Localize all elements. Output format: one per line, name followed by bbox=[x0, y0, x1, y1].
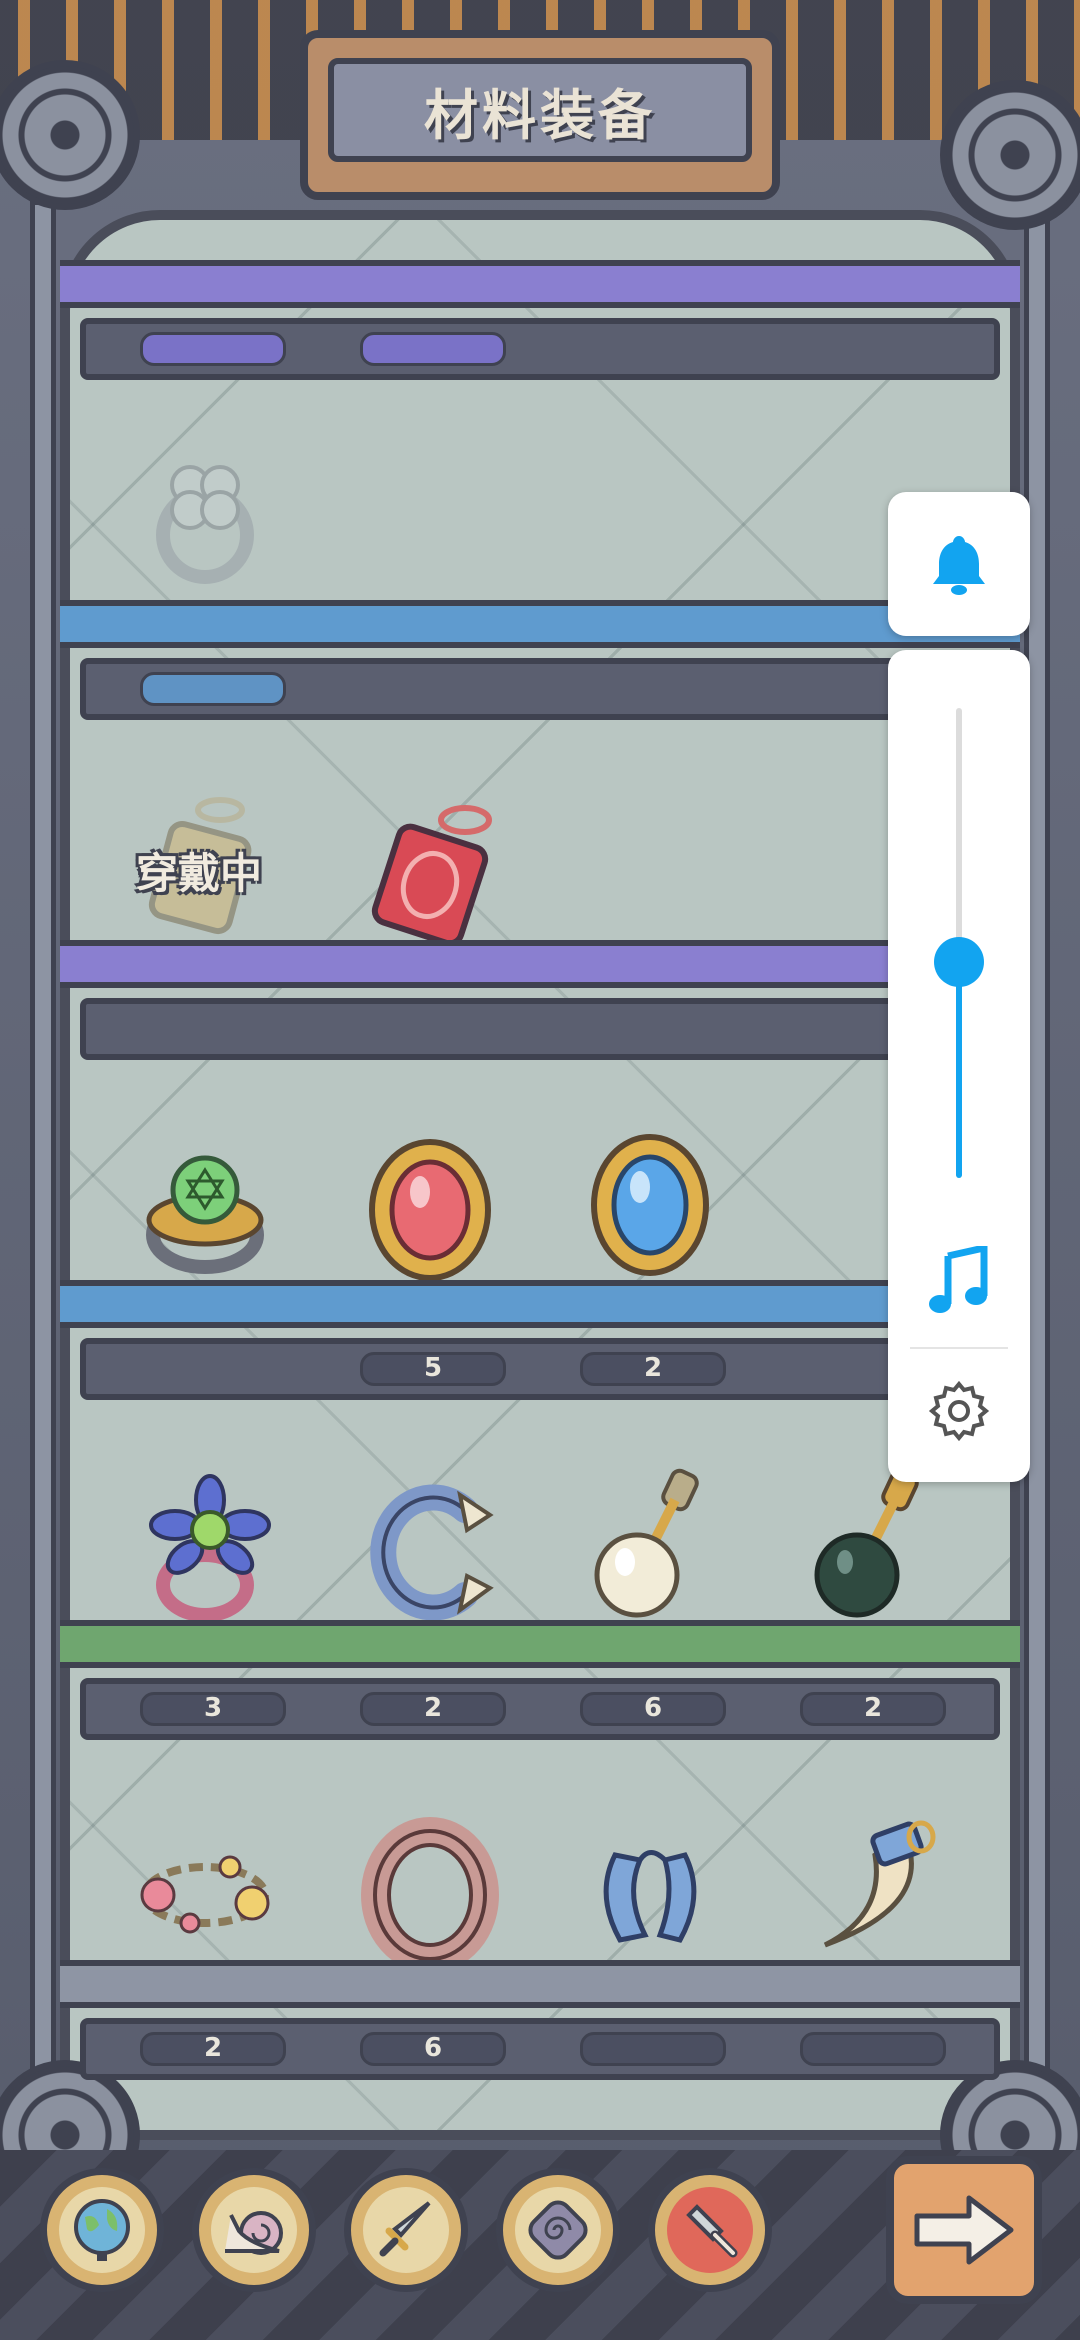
nav-sword-button[interactable] bbox=[344, 2168, 468, 2292]
slot-label bbox=[360, 332, 506, 366]
black-pearl-earring-icon[interactable] bbox=[795, 1468, 945, 1620]
arrow-right-icon bbox=[914, 2195, 1014, 2265]
nav-spiral-button[interactable] bbox=[496, 2168, 620, 2292]
red-charm-pendant-icon[interactable] bbox=[355, 800, 505, 950]
item-count-badge: 5 bbox=[360, 1352, 506, 1386]
divider bbox=[910, 1347, 1008, 1349]
title-plate: 材料装备 bbox=[300, 30, 780, 200]
gear-icon[interactable] bbox=[928, 1380, 990, 1442]
gear-decoration-icon bbox=[940, 80, 1080, 230]
spiral-shell-icon bbox=[528, 2200, 588, 2260]
item-count-badge: 2 bbox=[800, 1692, 946, 1726]
blue-cuff-icon[interactable] bbox=[575, 1815, 725, 1965]
notification-toggle-button[interactable] bbox=[888, 492, 1030, 636]
equipped-status-label: 穿戴中 bbox=[136, 849, 263, 898]
horn-charm-icon[interactable] bbox=[795, 1815, 945, 1965]
ruby-brooch-icon[interactable] bbox=[355, 1130, 505, 1281]
sapphire-brooch-icon[interactable] bbox=[575, 1125, 725, 1276]
nav-snail-button[interactable] bbox=[192, 2168, 316, 2292]
slot-label bbox=[140, 332, 286, 366]
item-count-badge bbox=[800, 2032, 946, 2066]
item-count-badge: 6 bbox=[580, 1692, 726, 1726]
next-page-button[interactable] bbox=[886, 2156, 1042, 2304]
globe-icon bbox=[74, 2199, 130, 2261]
snail-icon bbox=[225, 2211, 283, 2255]
item-count-badge: 2 bbox=[360, 1692, 506, 1726]
sword-icon bbox=[379, 2201, 431, 2257]
nav-hammer-button[interactable] bbox=[648, 2168, 772, 2292]
silver-clover-ring-icon[interactable] bbox=[130, 440, 280, 590]
slot-label bbox=[140, 672, 286, 706]
stone-bangle-icon[interactable] bbox=[355, 1815, 505, 1973]
item-count-badge: 6 bbox=[360, 2032, 506, 2066]
hammer-icon bbox=[686, 2204, 738, 2258]
flower-ring-icon[interactable] bbox=[135, 1474, 285, 1625]
green-gem-ring-icon[interactable] bbox=[130, 1135, 280, 1285]
item-count-badge: 3 bbox=[140, 1692, 286, 1726]
flower-bracelet-icon[interactable] bbox=[130, 1815, 280, 1965]
item-count-badge: 2 bbox=[580, 1352, 726, 1386]
pearl-earring-icon[interactable] bbox=[575, 1468, 725, 1620]
left-rail bbox=[30, 200, 56, 2180]
volume-panel bbox=[888, 650, 1030, 1482]
item-count-badge bbox=[580, 2032, 726, 2066]
item-count-badge: 2 bbox=[140, 2032, 286, 2066]
claw-bracelet-icon[interactable] bbox=[355, 1470, 505, 1621]
page-title: 材料装备 bbox=[424, 83, 656, 147]
nav-globe-button[interactable] bbox=[40, 2168, 164, 2292]
volume-slider-handle[interactable] bbox=[934, 936, 984, 987]
volume-slider-fill bbox=[956, 961, 962, 1178]
bell-icon bbox=[933, 536, 985, 595]
music-note-icon[interactable] bbox=[928, 1246, 990, 1316]
